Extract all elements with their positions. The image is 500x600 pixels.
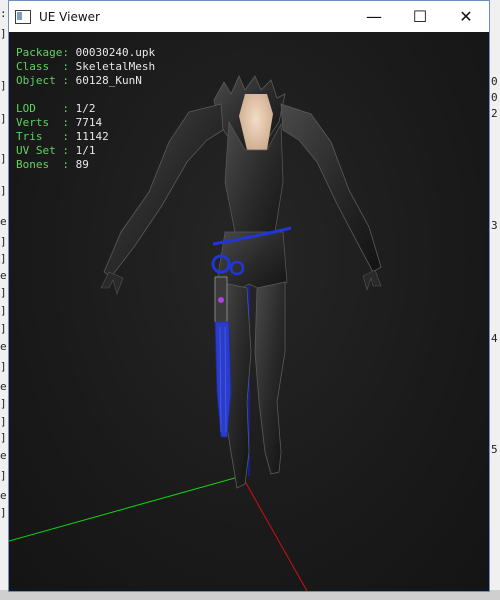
info-row-package: Package: 00030240.upk (16, 46, 155, 60)
info-label: LOD : (16, 102, 69, 115)
info-value: 11142 (75, 130, 109, 143)
info-row-class: Class : SkeletalMesh (16, 60, 155, 74)
info-value: 00030240.upk (75, 46, 156, 59)
title-bar[interactable]: UE Viewer — ☐ ✕ (9, 1, 489, 32)
info-value: 60128_KunN (75, 74, 142, 87)
info-label: Object : (16, 74, 69, 87)
console-glyph: ] (0, 415, 7, 428)
console-glyph: ] (0, 360, 7, 373)
console-digit: 5 (491, 443, 498, 456)
axis-y-line (9, 475, 243, 542)
maximize-button[interactable]: ☐ (397, 1, 443, 32)
console-glyph: ] (0, 397, 7, 410)
axis-x-line (241, 475, 308, 591)
info-label: UV Set : (16, 144, 69, 157)
ue-viewer-window: UE Viewer — ☐ ✕ Package: 00030240.upk Cl… (8, 0, 490, 592)
console-glyph: e (0, 269, 7, 282)
close-button[interactable]: ✕ (443, 1, 489, 32)
console-glyph: ] (0, 184, 7, 197)
minimize-button[interactable]: — (351, 1, 397, 32)
console-glyph: ] (0, 152, 7, 165)
console-glyph: ] (0, 112, 7, 125)
info-label: Package: (16, 46, 69, 59)
console-glyph: ] (0, 322, 7, 335)
console-digit: 0 (491, 91, 498, 104)
console-digit: 0 (491, 75, 498, 88)
console-digit: 3 (491, 219, 498, 232)
console-glyph: e (0, 340, 7, 353)
console-glyph: e (0, 215, 7, 228)
mesh-info-overlay: Package: 00030240.upk Class : SkeletalMe… (16, 46, 155, 172)
info-row-object: Object : 60128_KunN (16, 74, 155, 88)
window-title: UE Viewer (39, 9, 100, 24)
info-label: Tris : (16, 130, 69, 143)
console-glyph: ] (0, 27, 7, 40)
info-label: Bones : (16, 158, 69, 171)
console-glyph: ] (0, 469, 7, 482)
console-glyph: ] (0, 235, 7, 248)
console-digit: 4 (491, 332, 498, 345)
console-glyph: e (0, 489, 7, 502)
info-row-lod: LOD : 1/2 (16, 102, 155, 116)
console-glyph: e (0, 449, 7, 462)
info-value: 7714 (75, 116, 103, 129)
info-value: 1/2 (75, 102, 96, 115)
console-digit: 2 (491, 107, 498, 120)
info-value: SkeletalMesh (75, 60, 156, 73)
console-glyph: e (0, 380, 7, 393)
info-row-bones: Bones : 89 (16, 158, 155, 172)
console-glyph: ] (0, 252, 7, 265)
info-row-uvset: UV Set : 1/1 (16, 144, 155, 158)
console-glyph: : (0, 7, 7, 20)
info-label: Class : (16, 60, 69, 73)
3d-viewport[interactable]: Package: 00030240.upk Class : SkeletalMe… (9, 32, 489, 591)
info-row-tris: Tris : 11142 (16, 130, 155, 144)
app-window-icon (15, 9, 31, 24)
info-value: 89 (75, 158, 89, 171)
console-glyph: ] (0, 431, 7, 444)
console-glyph: ] (0, 79, 7, 92)
info-row-verts: Verts : 7714 (16, 116, 155, 130)
console-glyph: ] (0, 304, 7, 317)
info-label: Verts : (16, 116, 69, 129)
console-glyph: ] (0, 506, 7, 519)
console-glyph: ] (0, 286, 7, 299)
info-value: 1/1 (75, 144, 96, 157)
